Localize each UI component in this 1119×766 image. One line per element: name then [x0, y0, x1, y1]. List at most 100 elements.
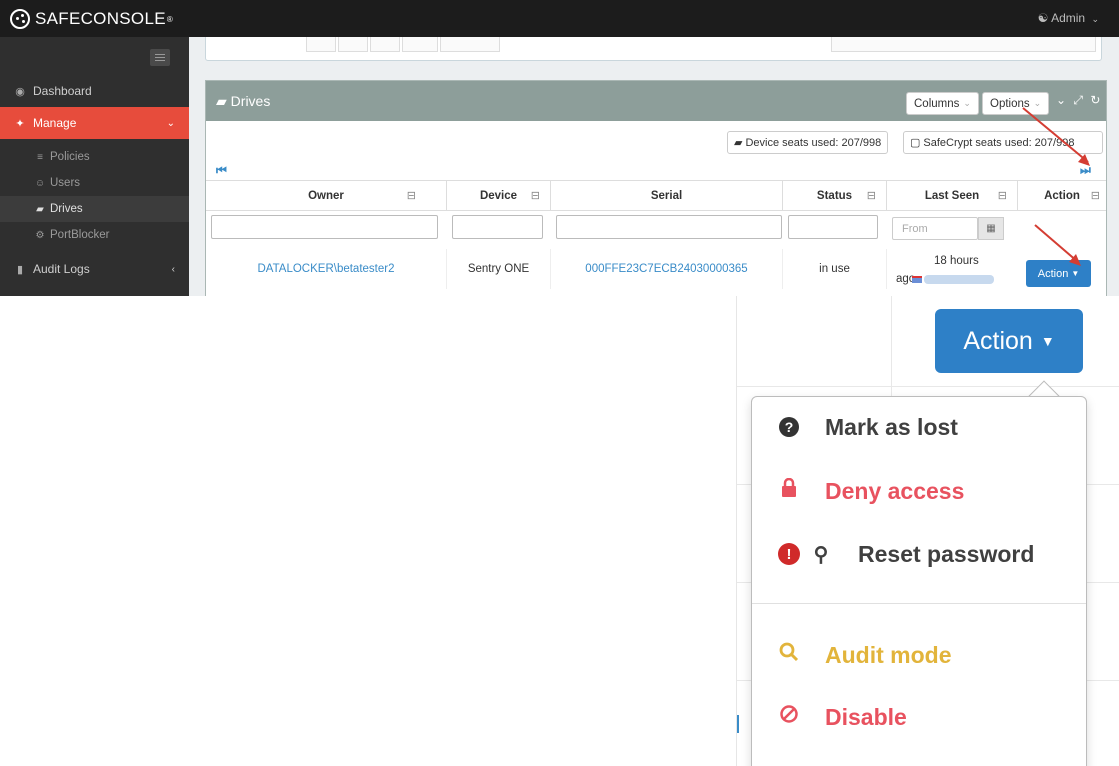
- serial-cell[interactable]: 000FFE23C7ECB24030000365: [551, 249, 783, 289]
- pagination[interactable]: [831, 37, 1096, 52]
- owner-link[interactable]: DATALOCKER\betatester2: [258, 263, 395, 275]
- redacted-ip: [924, 275, 994, 284]
- panel-title: ▰ Drives: [216, 93, 270, 110]
- header-label: Last Seen: [924, 189, 980, 202]
- last-seen-time: 18 hours: [934, 255, 979, 267]
- book-icon: ▮: [16, 263, 24, 276]
- serial-filter-input[interactable]: [556, 215, 782, 239]
- sidebar-item-label: Manage: [33, 116, 77, 130]
- brand-mark: ®: [166, 14, 174, 24]
- panel-header: ▰ Drives Columns ⌄ Options ⌄ ⌄ ⤢ ↻: [206, 81, 1106, 121]
- column-header-device[interactable]: Device ⊟: [447, 180, 551, 211]
- text-cursor: [737, 715, 739, 733]
- chevron-down-icon: ⌄: [1091, 14, 1099, 24]
- header-label: Owner: [308, 189, 344, 202]
- column-toggle-icon[interactable]: ⊟: [867, 189, 876, 202]
- device-seats-badge: ▰ Device seats used: 207/998: [727, 131, 889, 154]
- page-size-button[interactable]: [338, 37, 368, 52]
- menu-item-mark-as-lost[interactable]: ? Mark as lost: [752, 403, 1086, 451]
- page-size-button[interactable]: [402, 37, 438, 52]
- column-header-serial[interactable]: Serial: [551, 180, 783, 211]
- action-button[interactable]: Action ▼: [935, 309, 1083, 373]
- sidebar-item-audit-logs[interactable]: ▮ Audit Logs ‹: [0, 253, 189, 285]
- column-toggle-icon[interactable]: ⊟: [531, 189, 540, 202]
- last-seen-from-input[interactable]: From: [892, 217, 978, 240]
- user-icon: ☯: [1037, 11, 1049, 25]
- sidebar-subitem-drives[interactable]: ▰ Drives: [0, 196, 189, 222]
- last-seen-cell: 18 hours ago: [890, 249, 1010, 289]
- drive-icon: ▰: [734, 137, 743, 149]
- grid-line: [737, 582, 751, 583]
- brand-logo[interactable]: SAFECONSOLE ®: [10, 8, 173, 30]
- column-header-status[interactable]: Status ⊟: [783, 180, 887, 211]
- sidebar-subitem-portblocker[interactable]: ⚙ PortBlocker: [0, 222, 189, 248]
- question-circle-icon: ?: [778, 416, 800, 438]
- annotation-arrow: [1022, 107, 1090, 166]
- header-label: Device: [479, 189, 518, 202]
- device-seats-text: Device seats used: 207/998: [745, 136, 882, 149]
- user-menu[interactable]: ☯ Admin ⌄: [1038, 11, 1099, 25]
- page-size-button[interactable]: [440, 37, 500, 52]
- header-label: Action: [1044, 189, 1080, 202]
- column-toggle-icon[interactable]: ⊟: [1091, 189, 1100, 202]
- brand-name: SAFECONSOLE: [35, 9, 166, 28]
- menu-item-reset-password[interactable]: ! ⚲ Reset password: [752, 530, 1086, 578]
- menu-item-label: Mark as lost: [825, 413, 958, 440]
- grid-line: [737, 680, 751, 681]
- sidebar-item-label: Audit Logs: [33, 262, 90, 276]
- device-filter-input[interactable]: [452, 215, 543, 239]
- sidebar-subitem-label: Drives: [50, 203, 83, 215]
- column-toggle-icon[interactable]: ⊟: [998, 189, 1007, 202]
- grid-line: [1087, 484, 1119, 485]
- grid-line: [737, 386, 1119, 387]
- wrench-icon: ✦: [15, 117, 25, 130]
- serial-link[interactable]: 000FFE23C7ECB24030000365: [585, 263, 747, 275]
- menu-item-deny-access[interactable]: Deny access: [752, 467, 1086, 515]
- caret-down-icon: ▼: [1040, 333, 1055, 349]
- grid-line: [891, 296, 892, 406]
- sidebar-item-label: Dashboard: [33, 84, 92, 98]
- annotation-arrow: [1034, 224, 1081, 266]
- ban-icon: [778, 704, 800, 730]
- grid-line: [1087, 680, 1119, 681]
- main-content: ▰ Drives Columns ⌄ Options ⌄ ⌄ ⤢ ↻ ▰ Devic…: [189, 37, 1119, 296]
- columns-label: Columns: [914, 97, 960, 110]
- calendar-icon[interactable]: ▦: [978, 217, 1004, 240]
- owner-cell[interactable]: DATALOCKER\betatester2: [206, 249, 447, 289]
- logo-icon: [10, 9, 30, 29]
- chevron-down-icon: ⌄: [963, 98, 971, 108]
- owner-filter-input[interactable]: [211, 215, 438, 239]
- first-page-icon[interactable]: ⏮: [216, 163, 227, 178]
- exclamation-circle-icon: !: [778, 543, 800, 566]
- sidebar-subitem-policies[interactable]: ≡ Policies: [0, 144, 189, 170]
- header-label: Status: [816, 189, 853, 202]
- menu-item-audit-mode[interactable]: Audit mode: [752, 631, 1086, 679]
- device-cell: Sentry ONE: [447, 249, 551, 289]
- lock-icon: [778, 477, 800, 504]
- drive-icon: ▰: [216, 93, 227, 109]
- column-header-owner[interactable]: Owner ⊟: [206, 180, 447, 211]
- chevron-down-icon: ⌄: [166, 117, 175, 129]
- menu-item-label: Audit mode: [825, 641, 952, 668]
- chevron-left-icon: ‹: [171, 263, 175, 275]
- action-dropdown-menu: ? Mark as lost Deny access ! ⚲ Reset pas…: [751, 396, 1087, 766]
- sidebar-item-manage[interactable]: ✦ Manage ⌄: [0, 107, 189, 139]
- column-header-last-seen[interactable]: Last Seen ⊟: [887, 180, 1018, 211]
- status-filter-input[interactable]: [788, 215, 878, 239]
- sidebar-subitem-users[interactable]: ☺ Users: [0, 170, 189, 196]
- top-bar: SAFECONSOLE ® ☯ Admin ⌄: [0, 0, 1119, 37]
- page-size-button[interactable]: [370, 37, 400, 52]
- menu-item-disable[interactable]: Disable: [752, 693, 1086, 741]
- sidebar-item-dashboard[interactable]: ◉ Dashboard: [0, 75, 189, 107]
- menu-divider: [752, 603, 1086, 604]
- grid-line: [1087, 582, 1119, 583]
- page-size-button[interactable]: [306, 37, 336, 52]
- sidebar-toggle-button[interactable]: [150, 49, 170, 66]
- zoomed-action-menu: Action ▼ ? Mark as lost Deny access ! ⚲ …: [736, 296, 1119, 766]
- sidebar-subitem-label: Policies: [50, 151, 90, 163]
- columns-button[interactable]: Columns ⌄: [906, 92, 979, 115]
- header-label: Serial: [650, 189, 683, 202]
- column-header-action[interactable]: Action ⊟: [1018, 180, 1106, 211]
- sidebar-subitem-label: Users: [50, 177, 81, 189]
- column-toggle-icon[interactable]: ⊟: [407, 189, 416, 202]
